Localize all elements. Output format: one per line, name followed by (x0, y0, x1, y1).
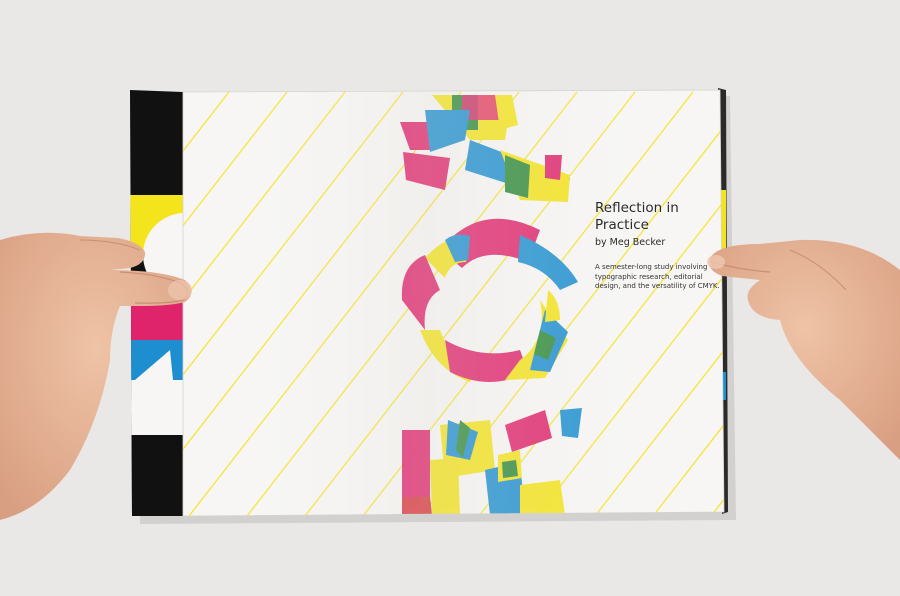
cover-title: Reflection in Practice (595, 200, 679, 233)
cover-author: by Meg Becker (595, 237, 666, 248)
photo-scene (0, 0, 900, 596)
cover-text-block: Reflection in Practice by Meg Becker A s… (595, 200, 723, 292)
cover-description: A semester-long study involving typograp… (595, 263, 720, 291)
